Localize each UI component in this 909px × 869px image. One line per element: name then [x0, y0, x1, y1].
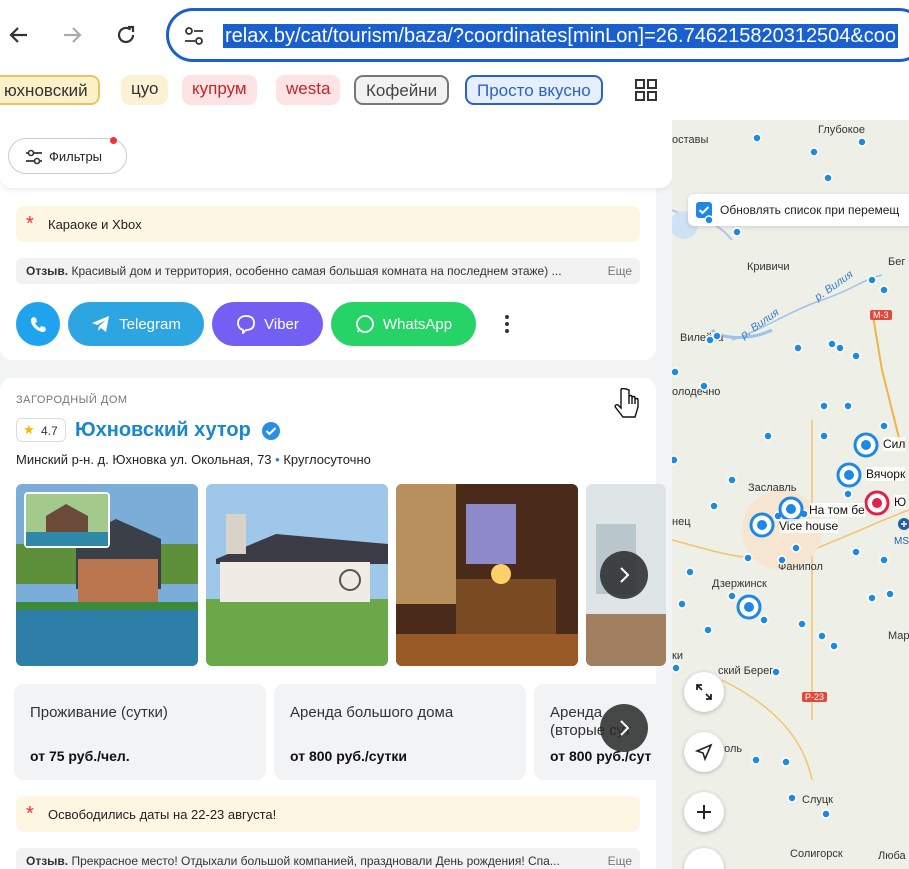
- airport-icon: [898, 518, 909, 530]
- separator-dot: •: [275, 452, 280, 467]
- gazebo-photo: [206, 484, 388, 666]
- chevron-right-icon: [620, 720, 630, 736]
- photos-next-button[interactable]: [600, 551, 648, 599]
- price-box-stay[interactable]: Проживание (сутки) от 75 руб./чел.: [14, 684, 266, 780]
- location-arrow-icon: [695, 743, 713, 761]
- verified-badge-icon: [262, 422, 280, 440]
- filters-active-dot: [110, 137, 117, 144]
- viber-icon: [237, 315, 256, 334]
- url-text[interactable]: relax.by/cat/tourism/baza/?coordinates[m…: [223, 24, 899, 48]
- expand-icon: [696, 684, 712, 700]
- bookmark-coffee[interactable]: Кофейни: [354, 75, 450, 105]
- asterisk-icon: *: [26, 803, 34, 825]
- whatsapp-icon: [355, 315, 374, 333]
- listing-address-row: Минский р-н. д. Юхновка ул. Окольная, 73…: [16, 452, 371, 467]
- reload-icon: [117, 25, 135, 44]
- promo-note: * Караоке и Xbox: [16, 206, 640, 242]
- price-value: от 800 руб./сутки: [290, 748, 407, 764]
- bookmark-prosto-vkusno[interactable]: Просто вкусно: [465, 75, 603, 105]
- listing-title[interactable]: Юхновский хутор: [75, 419, 251, 442]
- interior-photo: [396, 484, 578, 666]
- back-button[interactable]: [4, 20, 34, 50]
- review-label: Отзыв.: [26, 264, 69, 278]
- map-pin-vice-house[interactable]: Vice house: [749, 512, 839, 543]
- filters-button[interactable]: Фильтры: [8, 137, 127, 174]
- map-zoom-in-button[interactable]: [684, 792, 724, 832]
- filters-label: Фильтры: [49, 149, 103, 164]
- photo-interior[interactable]: [396, 484, 578, 666]
- filter-bar: Фильтры: [0, 120, 672, 188]
- phone-button[interactable]: [16, 302, 60, 346]
- rating-badge: ★ 4.7: [16, 418, 66, 442]
- promo-note-text: Караоке и Xbox: [48, 217, 142, 232]
- review-text: Прекрасное место! Отдыхали большой компа…: [71, 854, 560, 868]
- listing-panel: * Караоке и Xbox Отзыв. Красивый дом и т…: [0, 120, 672, 869]
- asterisk-icon: *: [26, 213, 34, 235]
- map-pin-label: Вячорк: [866, 467, 906, 481]
- bookmarks-bar: юхновский цуо купрум westa Кофейни Прост…: [0, 70, 909, 120]
- review-more-link[interactable]: Еще: [608, 264, 632, 278]
- map-panel[interactable]: Обновлять список при перемещ Глубокое ос…: [672, 120, 909, 869]
- map-fullscreen-button[interactable]: [684, 672, 724, 712]
- bookmark-westa[interactable]: westa: [276, 75, 341, 105]
- bookmark-tsuo[interactable]: цуо: [121, 75, 169, 105]
- review-label: Отзыв.: [26, 854, 69, 868]
- map-pin-sil[interactable]: Сил: [853, 432, 906, 463]
- map-pin-label: Ю: [894, 495, 907, 509]
- chevron-right-icon: [620, 567, 630, 583]
- viber-label: Viber: [264, 315, 299, 333]
- sliders-icon: [26, 149, 42, 165]
- map-pin-label: На том бе: [809, 503, 865, 517]
- phone-icon: [30, 317, 46, 332]
- plus-icon: [697, 805, 711, 819]
- browser-toolbar: relax.by/cat/tourism/baza/?coordinates[m…: [0, 0, 909, 70]
- price-value: от 800 руб./сут: [550, 748, 652, 764]
- telegram-icon: [92, 316, 110, 332]
- rating-value: 4.7: [41, 424, 58, 438]
- address-bar[interactable]: relax.by/cat/tourism/baza/?coordinates[m…: [166, 8, 909, 62]
- map-pin-vyachorka[interactable]: Вячорк: [836, 462, 906, 493]
- listing-address: Минский р-н. д. Юхновка ул. Окольная, 73: [16, 452, 272, 467]
- review-text: Красивый дом и территория, особенно сама…: [71, 264, 562, 278]
- review-more-link[interactable]: Еще: [608, 854, 632, 868]
- telegram-label: Telegram: [119, 315, 181, 333]
- map-pin-dzerzhinsk[interactable]: [736, 594, 762, 625]
- whatsapp-label: WhatsApp: [382, 315, 453, 333]
- review-snippet: Отзыв. Красивый дом и территория, особен…: [16, 258, 640, 284]
- telegram-button[interactable]: Telegram: [68, 302, 204, 346]
- map-locate-button[interactable]: [684, 732, 724, 772]
- promo-note: * Освободились даты на 22-23 августа!: [16, 796, 640, 832]
- star-icon: ★: [23, 422, 35, 437]
- whatsapp-button[interactable]: WhatsApp: [331, 302, 476, 346]
- price-name: Аренда большого дома: [290, 704, 454, 721]
- photo-house-pond[interactable]: [16, 484, 198, 666]
- prices-next-button[interactable]: [600, 704, 648, 752]
- listing-hours: Круглосуточно: [283, 452, 371, 467]
- promo-note-text: Освободились даты на 22-23 августа!: [48, 807, 277, 822]
- arrow-right-icon: [64, 27, 82, 43]
- forward-button[interactable]: [57, 20, 87, 50]
- viber-button[interactable]: Viber: [212, 302, 323, 346]
- more-vertical-icon[interactable]: [502, 314, 512, 334]
- listing-category: ЗАГОРОДНЫЙ ДОМ: [16, 394, 128, 406]
- listing-card-yuhnovsky: ЗАГОРОДНЫЙ ДОМ ★ 4.7 Юхновский хутор Мин…: [0, 378, 672, 869]
- review-snippet: Отзыв. Прекрасное место! Отдыхали большо…: [16, 848, 640, 869]
- hand-cursor-icon: [614, 388, 639, 418]
- map-pin-label: Сил: [883, 437, 906, 451]
- price-name: Проживание (сутки): [30, 704, 168, 721]
- apps-grid-icon[interactable]: [635, 79, 657, 101]
- price-box-big-house[interactable]: Аренда большого дома от 800 руб./сутки: [274, 684, 526, 780]
- bookmark-yuhnovsky[interactable]: юхновский: [0, 75, 100, 105]
- arrow-left-icon: [9, 27, 27, 43]
- bookmark-kuprum[interactable]: купрум: [182, 75, 257, 105]
- price-value: от 75 руб./чел.: [30, 748, 130, 764]
- map-pin-label: Vice house: [779, 519, 839, 533]
- reload-button[interactable]: [111, 20, 141, 50]
- map-pin-yu-selected[interactable]: Ю: [864, 490, 907, 521]
- photo-thumbnail[interactable]: [24, 492, 110, 548]
- site-settings-icon[interactable]: [183, 25, 205, 47]
- photo-gazebo[interactable]: [206, 484, 388, 666]
